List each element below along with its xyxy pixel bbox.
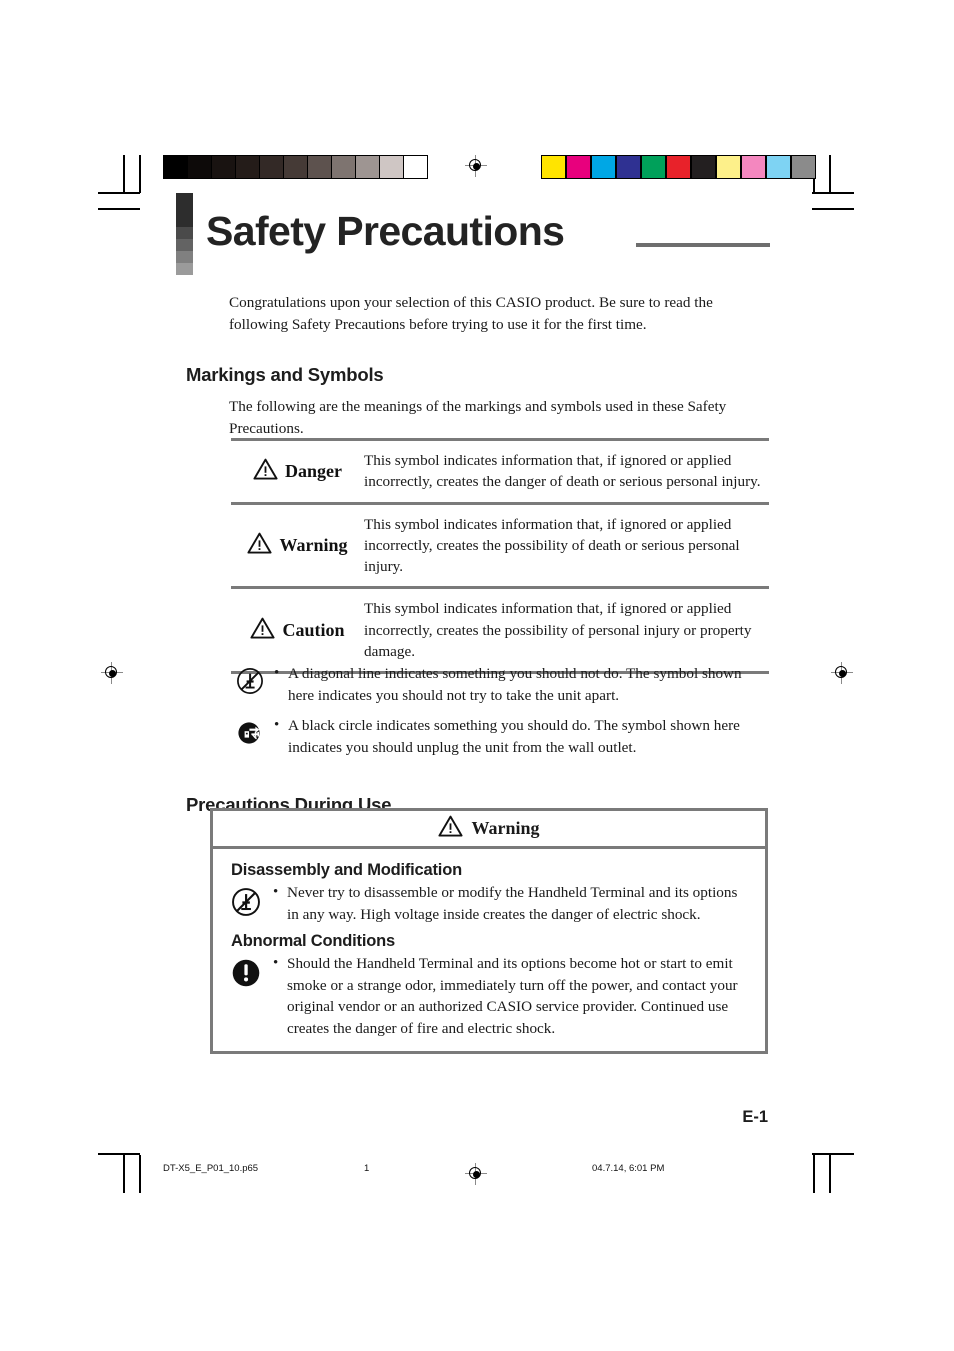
danger-label: Danger	[285, 460, 342, 481]
warning-box-header: Warning	[213, 811, 765, 849]
grayscale-swatch-10	[404, 156, 427, 178]
grayscale-calibration-bar	[163, 155, 428, 179]
warning-box: Warning Disassembly and Modification • N…	[210, 808, 768, 1054]
crop-mark-top-left-v	[123, 155, 125, 193]
symbol-bullet-list: • A diagonal line indicates something yo…	[236, 663, 771, 767]
color-swatch-9	[767, 156, 792, 178]
warning-triangle-icon	[253, 458, 278, 485]
footer-timestamp: 04.7.14, 6:01 PM	[592, 1163, 665, 1174]
grayscale-swatch-1	[188, 156, 212, 178]
footer-file-name: DT-X5_E_P01_10.p65	[163, 1163, 259, 1174]
group-title-abnormal: Abnormal Conditions	[231, 932, 395, 950]
color-swatch-1	[567, 156, 592, 178]
table-row: Caution This symbol indicates informatio…	[231, 589, 769, 671]
bullet-marker: •	[273, 884, 279, 900]
unplug-icon	[236, 715, 274, 752]
color-swatch-4	[642, 156, 667, 178]
grayscale-swatch-4	[260, 156, 284, 178]
page-title: Safety Precautions	[206, 208, 565, 254]
color-swatch-5	[667, 156, 692, 178]
bullet-text: Should the Handheld Terminal and its opt…	[287, 955, 738, 1037]
warning-triangle-icon	[247, 532, 273, 559]
color-swatch-8	[742, 156, 767, 178]
crop-mark-bottom-right-v2	[829, 1155, 831, 1193]
color-calibration-bar	[541, 155, 816, 179]
page-number: E-1	[742, 1108, 768, 1126]
title-rule	[636, 243, 770, 247]
caution-label-cell: Caution	[231, 617, 364, 644]
crop-mark-top-right-v2	[829, 155, 831, 193]
warning-triangle-icon	[250, 617, 276, 644]
grayscale-swatch-9	[380, 156, 404, 178]
crop-mark-bottom-left-v2	[139, 1155, 141, 1193]
color-swatch-6	[692, 156, 717, 178]
bullet-text: A diagonal line indicates something you …	[288, 665, 742, 704]
color-swatch-0	[542, 156, 567, 178]
registration-target-bottom	[465, 1163, 487, 1185]
danger-label-cell: Danger	[231, 458, 364, 485]
grayscale-swatch-3	[236, 156, 260, 178]
title-bar-segment-3	[176, 251, 193, 263]
list-item: • Never try to disassemble or modify the…	[231, 882, 753, 925]
caution-label: Caution	[282, 619, 345, 640]
crop-mark-top-left-h	[98, 192, 140, 194]
title-bar-segment-0	[176, 193, 193, 227]
list-item: • A black circle indicates something you…	[236, 715, 771, 758]
footer-sheet-number: 1	[364, 1163, 370, 1174]
warning-triangle-icon	[438, 815, 464, 842]
title-accent-bar	[176, 193, 193, 275]
warning-box-header-label: Warning	[471, 818, 540, 838]
registration-target-left	[101, 662, 123, 684]
grayscale-swatch-7	[332, 156, 356, 178]
group-title-disassembly: Disassembly and Modification	[231, 861, 462, 879]
bullet-text: A black circle indicates something you s…	[288, 717, 740, 756]
table-row: Warning This symbol indicates informatio…	[231, 505, 769, 587]
no-disassembly-icon	[231, 882, 273, 922]
intro-paragraph: Congratulations upon your selection of t…	[229, 294, 713, 333]
crop-mark-top-right-h	[812, 192, 854, 194]
markings-intro-paragraph: The following are the meanings of the ma…	[229, 398, 727, 437]
symbol-definition-table: Danger This symbol indicates information…	[231, 438, 769, 675]
caution-description: This symbol indicates information that, …	[364, 600, 752, 661]
crop-mark-top-left-v2	[139, 155, 141, 193]
grayscale-swatch-6	[308, 156, 332, 178]
bullet-marker: •	[274, 665, 280, 681]
crop-mark-bottom-right-h	[812, 1153, 854, 1155]
crop-mark-top-left-h2	[98, 208, 140, 210]
grayscale-swatch-5	[284, 156, 308, 178]
crop-mark-bottom-left-v	[123, 1155, 125, 1193]
list-item: • Should the Handheld Terminal and its o…	[231, 953, 753, 1039]
bullet-text: Never try to disassemble or modify the H…	[287, 884, 738, 923]
no-disassembly-icon	[236, 663, 274, 700]
crop-mark-top-right-h2	[812, 208, 854, 210]
crop-mark-bottom-left-h	[98, 1153, 140, 1155]
warning-box-body: Disassembly and Modification • Never try…	[213, 849, 765, 1051]
grayscale-swatch-8	[356, 156, 380, 178]
danger-description: This symbol indicates information that, …	[364, 452, 761, 491]
registration-target-top	[465, 155, 487, 177]
title-bar-segment-1	[176, 227, 193, 239]
warning-description: This symbol indicates information that, …	[364, 515, 740, 576]
exclamation-circle-icon	[231, 953, 273, 993]
warning-label: Warning	[279, 535, 348, 556]
color-swatch-7	[717, 156, 742, 178]
bullet-marker: •	[273, 955, 279, 971]
section-heading-markings: Markings and Symbols	[186, 364, 384, 386]
bullet-marker: •	[274, 717, 280, 733]
grayscale-swatch-0	[164, 156, 188, 178]
color-swatch-3	[617, 156, 642, 178]
grayscale-swatch-2	[212, 156, 236, 178]
color-swatch-2	[592, 156, 617, 178]
title-bar-segment-4	[176, 263, 193, 275]
title-bar-segment-2	[176, 239, 193, 251]
crop-mark-bottom-right-v	[813, 1155, 815, 1193]
list-item: • A diagonal line indicates something yo…	[236, 663, 771, 706]
warning-label-cell: Warning	[231, 532, 364, 559]
table-row: Danger This symbol indicates information…	[231, 441, 769, 502]
registration-target-right	[831, 662, 853, 684]
color-swatch-10	[792, 156, 815, 178]
